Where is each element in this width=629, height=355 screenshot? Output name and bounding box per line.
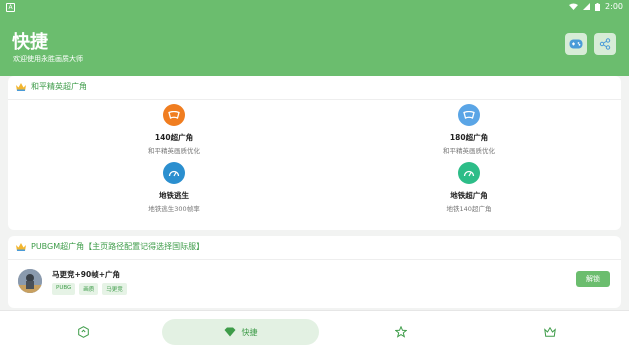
section-title: PUBGM超广角【主页路径配置记得选择国际服】 <box>31 242 205 251</box>
tag: PUBG <box>52 283 76 295</box>
crown-icon <box>16 242 26 251</box>
tag: 画质 <box>79 283 99 295</box>
feature-desc: 和平精英画质优化 <box>443 147 495 155</box>
unlock-button[interactable]: 解锁 <box>576 271 610 287</box>
nav-vip[interactable] <box>537 319 563 345</box>
section-card-pubgm: PUBGM超广角【主页路径配置记得选择国际服】 马更竞+90帧+广角 PUBG … <box>8 236 621 308</box>
wide-angle-icon <box>163 104 185 126</box>
feature-name: 地铁超广角 <box>450 191 488 200</box>
nav-home[interactable] <box>70 319 96 345</box>
item-name: 马更竞+90帧+广角 <box>52 270 121 279</box>
section-header: 和平精英超广角 <box>16 81 87 92</box>
battery-icon <box>595 2 601 11</box>
tag-list: PUBG 画质 马更竞 <box>52 283 127 295</box>
app-header: 快捷 欢迎使用永胜画质大师 <box>0 14 629 76</box>
tag: 马更竞 <box>102 283 127 295</box>
crown-icon <box>544 327 556 337</box>
nav-shortcut[interactable]: 快捷 <box>162 319 319 345</box>
feature-metro-escape[interactable]: 地铁逃生 地铁逃生300帧率 <box>119 162 229 213</box>
status-right: 2:00 <box>569 2 623 11</box>
section-title: 和平精英超广角 <box>31 82 87 91</box>
feature-140-wide-angle[interactable]: 140超广角 和平精英画质优化 <box>119 104 229 155</box>
feature-name: 地铁逃生 <box>159 191 189 200</box>
wide-angle-icon <box>458 104 480 126</box>
wifi-icon <box>569 3 579 10</box>
feature-desc: 地铁逃生300帧率 <box>148 205 200 213</box>
feature-desc: 地铁140超广角 <box>446 205 492 213</box>
signal-icon <box>583 3 591 10</box>
feature-metro-wide-angle[interactable]: 地铁超广角 地铁140超广角 <box>414 162 524 213</box>
nav-favorites[interactable] <box>388 319 414 345</box>
share-icon <box>599 38 611 50</box>
clock: 2:00 <box>605 2 623 11</box>
nav-label: 快捷 <box>241 327 258 337</box>
feature-name: 180超广角 <box>449 133 489 142</box>
section-header: PUBGM超广角【主页路径配置记得选择国际服】 <box>16 241 204 252</box>
status-bar: A 2:00 <box>0 0 629 14</box>
section-card-peace-elite: 和平精英超广角 140超广角 和平精英画质优化 180超广角 和平精英画质优化 … <box>8 76 621 230</box>
avatar <box>18 269 42 293</box>
speedometer-icon <box>163 162 185 184</box>
feature-180-wide-angle[interactable]: 180超广角 和平精英画质优化 <box>414 104 524 155</box>
star-icon <box>395 326 407 338</box>
hexagon-icon <box>77 326 89 338</box>
page-title: 快捷 <box>12 32 48 53</box>
list-item[interactable]: 马更竞+90帧+广角 PUBG 画质 马更竞 解锁 <box>18 267 613 303</box>
speedometer-icon <box>458 162 480 184</box>
notification-icon: A <box>6 3 15 12</box>
gamepad-icon <box>569 39 583 49</box>
share-button[interactable] <box>594 33 616 55</box>
crown-icon <box>16 82 26 91</box>
divider <box>8 99 621 100</box>
divider <box>8 259 621 260</box>
bottom-nav: 快捷 <box>0 310 629 355</box>
gamepad-button[interactable] <box>565 33 587 55</box>
diamond-icon <box>224 327 235 337</box>
feature-desc: 和平精英画质优化 <box>148 147 200 155</box>
page-subtitle: 欢迎使用永胜画质大师 <box>13 55 83 63</box>
feature-name: 140超广角 <box>154 133 194 142</box>
